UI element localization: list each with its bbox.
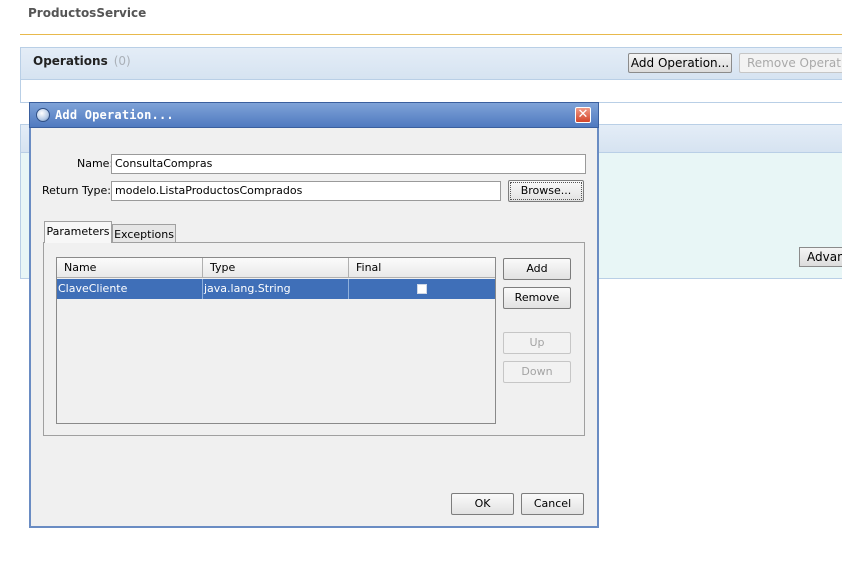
dialog-title: Add Operation...: [55, 108, 174, 122]
operations-count: (0): [113, 54, 131, 68]
return-type-field[interactable]: modelo.ListaProductosComprados: [111, 181, 501, 201]
add-operation-button[interactable]: Add Operation...: [628, 53, 732, 73]
service-title: ProductosService: [28, 6, 147, 20]
java-cup-icon: [36, 108, 50, 122]
operations-title: Operations (0): [33, 54, 131, 68]
remove-parameter-button[interactable]: Remove: [503, 287, 571, 309]
cell-type[interactable]: java.lang.String: [203, 279, 349, 299]
close-icon[interactable]: ✕: [575, 107, 591, 123]
remove-operation-button[interactable]: Remove Operation: [739, 53, 842, 73]
column-header-name[interactable]: Name: [57, 258, 203, 278]
cell-name[interactable]: ClaveCliente: [57, 279, 203, 299]
cell-final[interactable]: [349, 279, 495, 299]
dialog-titlebar[interactable]: Add Operation... ✕: [29, 102, 599, 128]
title-divider: [20, 34, 842, 35]
return-type-label: Return Type:: [42, 184, 111, 197]
browse-button[interactable]: Browse...: [508, 180, 584, 202]
operations-title-label: Operations: [33, 54, 108, 68]
parameters-panel: Name Type Final ClaveCliente java.lang.S…: [43, 242, 585, 436]
tab-parameters[interactable]: Parameters: [44, 221, 112, 243]
column-header-final[interactable]: Final: [349, 258, 495, 278]
move-up-button[interactable]: Up: [503, 332, 571, 354]
cancel-button[interactable]: Cancel: [521, 493, 584, 515]
final-checkbox[interactable]: [417, 284, 427, 294]
column-header-type[interactable]: Type: [203, 258, 349, 278]
move-down-button[interactable]: Down: [503, 361, 571, 383]
name-field[interactable]: ConsultaCompras: [111, 154, 586, 174]
operations-panel: Operations (0) Add Operation... Remove Op…: [20, 47, 842, 103]
ok-button[interactable]: OK: [451, 493, 514, 515]
name-label: Name:: [77, 157, 114, 170]
advanced-button[interactable]: Advanced: [799, 247, 842, 267]
parameters-table[interactable]: Name Type Final ClaveCliente java.lang.S…: [56, 257, 496, 424]
add-operation-dialog: Add Operation... ✕ Name: ConsultaCompras…: [29, 102, 599, 528]
add-parameter-button[interactable]: Add: [503, 258, 571, 280]
operations-header: Operations (0) Add Operation... Remove Op…: [21, 48, 842, 80]
table-row[interactable]: ClaveCliente java.lang.String: [57, 279, 495, 299]
